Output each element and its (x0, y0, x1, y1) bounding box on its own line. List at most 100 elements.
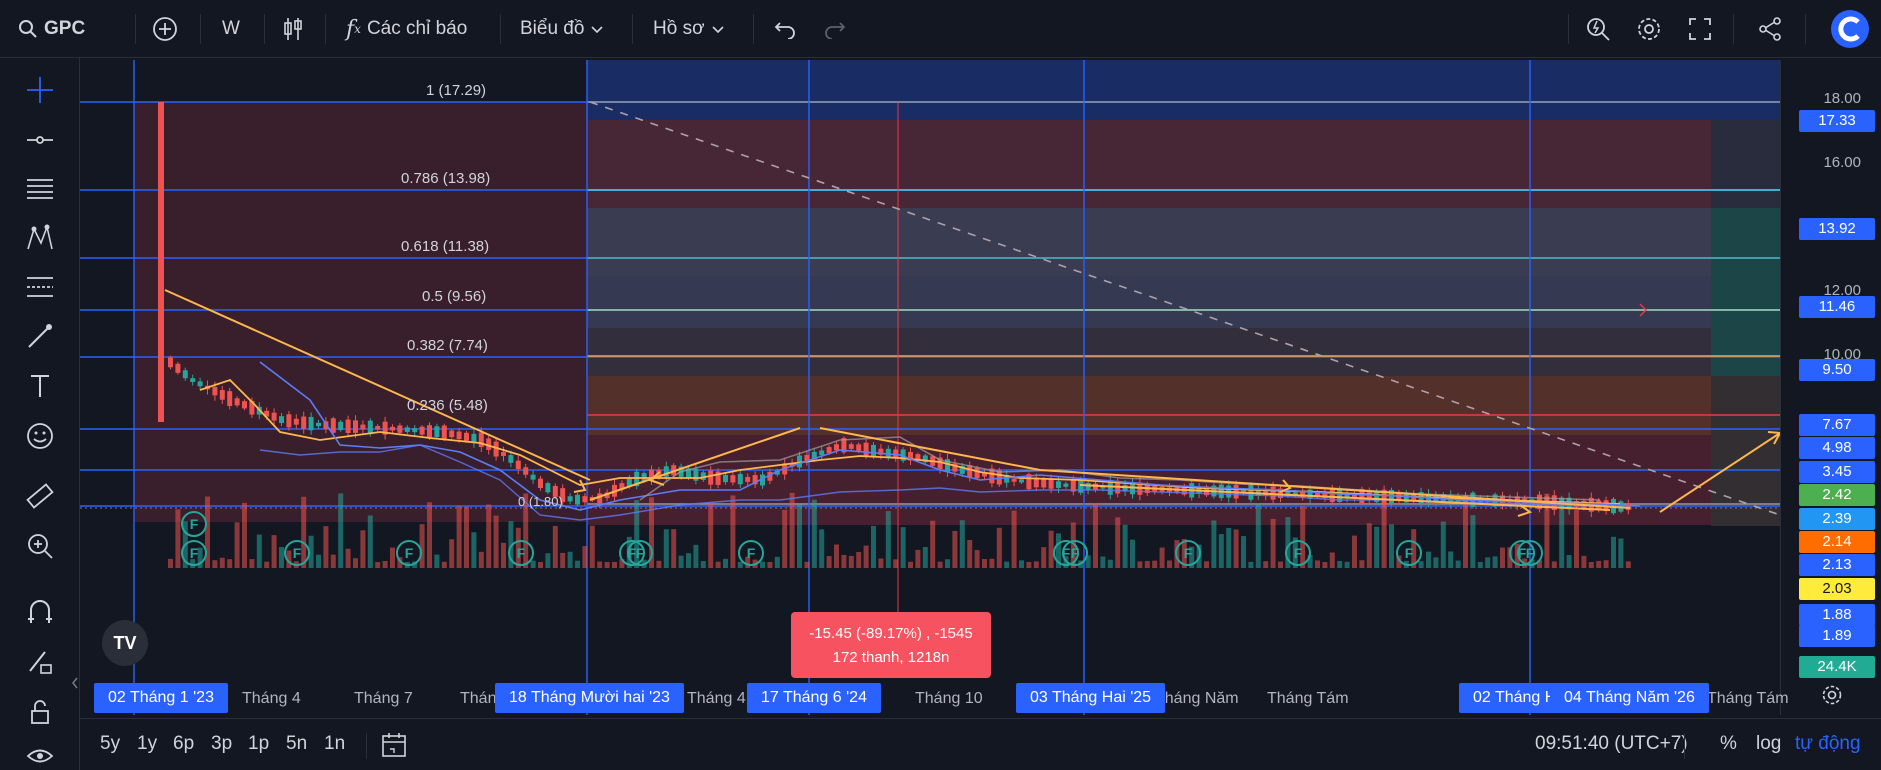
candle-body (271, 412, 277, 421)
redo-button[interactable] (824, 10, 846, 48)
fib-tool[interactable] (20, 171, 60, 211)
range-1d[interactable]: 1n (324, 733, 345, 755)
auto-scale-toggle[interactable]: tự động (1795, 733, 1861, 755)
volume-bar (1485, 557, 1491, 568)
trend-line-tool[interactable] (20, 122, 60, 162)
volume-bar (353, 558, 358, 568)
prediction-tool[interactable] (20, 269, 60, 309)
chart-menu-button[interactable]: Biểu đồ (520, 10, 604, 48)
smiley-icon (25, 421, 55, 456)
earnings-marker[interactable]: F (1285, 540, 1311, 566)
goto-date-button[interactable] (380, 731, 408, 764)
price-axis[interactable]: 18.00 16.00 12.00 10.00 17.33 13.92 11.4… (1780, 60, 1881, 715)
volume-bar (841, 554, 847, 568)
candle-body (182, 370, 188, 379)
earnings-marker[interactable]: F (284, 540, 310, 566)
earnings-marker[interactable]: F (181, 540, 207, 566)
symbol-search[interactable]: GPC (18, 10, 85, 48)
earnings-marker[interactable]: F (1517, 540, 1543, 566)
clock[interactable]: 09:51:40 (UTC+7) (1535, 733, 1688, 755)
candle-body (1041, 478, 1047, 488)
volume-bar (1455, 560, 1461, 568)
range-1y[interactable]: 1y (137, 733, 157, 755)
volume-bar (338, 493, 344, 568)
volume-bar (449, 539, 455, 568)
volume-bar (1551, 561, 1557, 568)
range-1m[interactable]: 1p (248, 733, 269, 755)
candle-body (227, 391, 233, 407)
percent-toggle[interactable]: % (1720, 733, 1737, 755)
time-axis[interactable]: Tháng 4 Tháng 7 Thán Tháng 4 Tháng 10 Th… (80, 680, 1789, 716)
volume-bar (1226, 527, 1232, 568)
fib-label-1: 1 (17.29) (426, 82, 487, 99)
lock-tool[interactable] (20, 694, 60, 734)
range-5d[interactable]: 5n (286, 733, 307, 755)
quick-search-button[interactable] (1585, 10, 1611, 48)
zoom-tool[interactable] (20, 528, 60, 568)
earnings-marker[interactable]: F (1175, 540, 1201, 566)
earnings-marker[interactable]: F (1062, 540, 1088, 566)
brush-tool[interactable] (20, 318, 60, 358)
volume-bar (1278, 561, 1283, 568)
volume-bar (234, 522, 240, 568)
range-3m[interactable]: 3p (211, 733, 232, 755)
volume-bar (1152, 560, 1158, 568)
text-tool[interactable] (20, 368, 60, 408)
earnings-marker[interactable]: F (1396, 540, 1422, 566)
date-badge: 02 Tháng 1 '23 (94, 683, 228, 713)
volume-bar (1581, 555, 1587, 568)
position-icon (25, 272, 55, 307)
ruler-icon (25, 481, 55, 516)
visibility-tool[interactable] (20, 738, 60, 770)
earnings-marker[interactable]: F (627, 540, 653, 566)
volume-bar (819, 529, 825, 568)
volume-bar (915, 549, 921, 568)
candle-body (308, 416, 314, 431)
undo-button[interactable] (774, 10, 796, 48)
account-logo[interactable] (1831, 10, 1869, 48)
crosshair-tool[interactable] (20, 72, 60, 112)
log-toggle[interactable]: log (1756, 733, 1781, 755)
range-6m[interactable]: 6p (173, 733, 194, 755)
undo-icon (774, 19, 796, 39)
fib-label-0786: 0.786 (13.98) (401, 170, 491, 187)
fullscreen-button[interactable] (1688, 10, 1712, 48)
volume-bar (441, 561, 447, 568)
settings-button[interactable] (1636, 10, 1662, 48)
volume-bar (826, 556, 832, 568)
volume-bar (256, 534, 262, 568)
share-button[interactable] (1758, 10, 1782, 48)
candle-body (871, 444, 876, 456)
measure-tool[interactable] (20, 478, 60, 518)
price-tick: 16.00 (1823, 154, 1861, 171)
candle-body (441, 425, 447, 440)
price-badge: 2.13 (1799, 554, 1875, 576)
earnings-marker[interactable]: F (508, 540, 534, 566)
collapse-toolbar-handle[interactable] (70, 663, 80, 703)
profile-menu-button[interactable]: Hồ sơ (653, 10, 725, 48)
time-tick: Tháng 10 (915, 690, 983, 707)
volume-bar (1137, 561, 1143, 568)
interval-button[interactable]: W (222, 10, 240, 48)
indicators-button[interactable]: fx Các chỉ báo (346, 10, 467, 48)
volume-bar (1477, 561, 1483, 568)
pattern-tool[interactable] (20, 220, 60, 260)
magnet-tool[interactable] (20, 594, 60, 634)
icon-tool[interactable] (20, 418, 60, 458)
lock-drawing-tool[interactable] (20, 644, 60, 684)
range-5y[interactable]: 5y (100, 733, 120, 755)
volume-bar (1470, 515, 1476, 568)
earnings-marker[interactable]: F (396, 540, 422, 566)
plus-circle-icon (152, 16, 178, 42)
candle-body (175, 363, 181, 373)
volume-bar (382, 560, 388, 568)
candle-body (293, 418, 299, 425)
interval-label: W (222, 18, 240, 39)
earnings-marker[interactable]: F (181, 511, 207, 537)
earnings-marker[interactable]: F (738, 540, 764, 566)
axis-settings-button[interactable] (1821, 684, 1843, 711)
price-badge: 2.42 (1799, 484, 1875, 506)
chart-type-button[interactable] (282, 10, 304, 48)
volume-bar (316, 554, 321, 568)
compare-button[interactable] (152, 10, 178, 48)
